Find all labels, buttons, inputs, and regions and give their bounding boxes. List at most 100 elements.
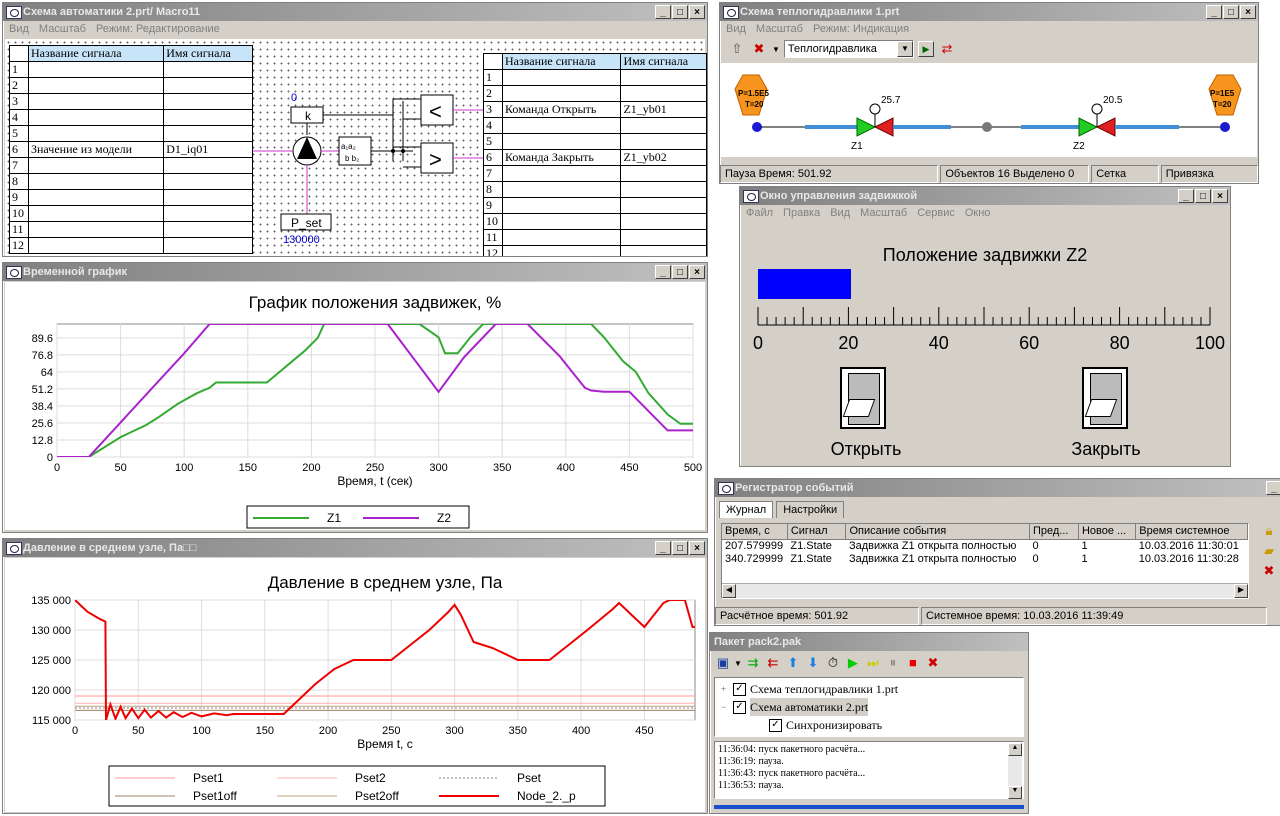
save-icon[interactable]: ▣ xyxy=(714,654,732,672)
valve-z1-actuator[interactable] xyxy=(869,103,881,115)
middle-node[interactable] xyxy=(982,122,992,132)
event-column-header[interactable]: Время, с xyxy=(722,524,788,540)
tools-icon[interactable]: ✖ xyxy=(924,654,942,672)
event-row[interactable]: 207.579999 Z1.State Задвижка Z1 открыта по… xyxy=(722,540,1248,554)
menu-file[interactable]: Файл xyxy=(746,207,773,219)
table-cell[interactable] xyxy=(501,165,622,182)
table-cell[interactable] xyxy=(501,85,622,102)
table-cell[interactable] xyxy=(501,213,622,230)
menu-vid[interactable]: Вид xyxy=(9,23,29,35)
column-header[interactable]: Название сигнала xyxy=(501,53,622,70)
tree-item[interactable]: − ✓ Схема автоматики 2.prt xyxy=(715,698,1023,716)
tree-expander-icon[interactable]: − xyxy=(721,698,733,716)
status-grid[interactable]: Сетка xyxy=(1091,165,1159,183)
table-row[interactable]: 5 xyxy=(9,125,253,142)
table-row[interactable]: 6 Значение из модели D1_iq01 xyxy=(9,141,253,158)
maximize-button[interactable]: □ xyxy=(672,5,688,19)
column-header[interactable]: Имя сигнала xyxy=(620,53,707,70)
table-cell[interactable] xyxy=(27,173,165,190)
table-row[interactable]: 4 xyxy=(9,109,253,126)
play-step-icon[interactable]: ▶ xyxy=(917,41,934,57)
table-row[interactable]: 12 xyxy=(483,245,707,256)
table-cell[interactable] xyxy=(501,245,622,256)
hydraulics-canvas[interactable]: P=1.5E5 T=20 25.7 Z1 20.5 Z2 P=1E5 T=20 xyxy=(721,63,1257,157)
table-cell[interactable] xyxy=(501,197,622,214)
table-cell[interactable] xyxy=(620,245,707,256)
table-cell[interactable] xyxy=(163,221,253,238)
minimize-button[interactable]: _ xyxy=(655,265,671,279)
valve-z1-close-side[interactable] xyxy=(873,117,894,137)
swap-icon[interactable]: ⇄ xyxy=(938,40,956,58)
table-row[interactable]: 10 xyxy=(9,205,253,222)
table-cell[interactable] xyxy=(163,61,253,78)
packet-titlebar[interactable]: Пакет pack2.pak xyxy=(710,633,1028,651)
tree-checkbox[interactable]: ✓ xyxy=(733,700,746,714)
table-row[interactable]: 12 xyxy=(9,237,253,254)
pressure-chart[interactable]: Давление в среднем узле, Па 0 50 100 150 200 2… xyxy=(5,558,705,812)
combo-arrow-icon[interactable]: ▼ xyxy=(772,45,780,54)
table-row[interactable]: 8 xyxy=(483,181,707,198)
table-cell[interactable] xyxy=(501,229,622,246)
menu-service[interactable]: Сервис xyxy=(917,207,955,219)
save-dropdown-icon[interactable]: ▼ xyxy=(734,659,742,668)
table-row[interactable]: 1 xyxy=(483,69,707,86)
horizontal-scrollbar[interactable]: ◀ ▶ xyxy=(722,583,1248,598)
delete-icon[interactable]: ✖ xyxy=(1264,563,1275,579)
table-cell[interactable] xyxy=(501,117,622,134)
minimize-button[interactable]: _ xyxy=(1266,481,1280,495)
menu-scale[interactable]: Масштаб xyxy=(39,23,86,35)
menu-scale[interactable]: Масштаб xyxy=(756,23,803,35)
table-cell[interactable] xyxy=(620,181,707,198)
pressure-chart-titlebar[interactable]: Давление в среднем узле, Па□□ _ □ × xyxy=(3,539,707,557)
stop-icon[interactable]: ■ xyxy=(904,654,922,672)
table-cell[interactable] xyxy=(163,109,253,126)
tree-expander-icon[interactable]: + xyxy=(721,680,733,698)
table-row[interactable]: 2 xyxy=(9,77,253,94)
table-cell[interactable]: Команда Открыть xyxy=(501,101,622,118)
table-cell[interactable] xyxy=(163,173,253,190)
timer-icon[interactable]: ⏱︎ xyxy=(824,654,842,672)
pause-icon[interactable]: ⏸︎ xyxy=(884,654,902,672)
table-cell[interactable] xyxy=(163,77,253,94)
event-logger-titlebar[interactable]: Регистратор событий _□ xyxy=(715,479,1280,497)
column-header[interactable] xyxy=(483,53,503,70)
menu-window[interactable]: Окно xyxy=(965,207,991,219)
menu-scale[interactable]: Масштаб xyxy=(860,207,907,219)
column-header[interactable]: Имя сигнала xyxy=(163,45,253,62)
minimize-button[interactable]: _ xyxy=(1178,189,1194,203)
table-cell[interactable] xyxy=(27,221,165,238)
table-cell[interactable] xyxy=(27,157,165,174)
tools-icon[interactable]: ✖ xyxy=(750,40,768,58)
table-cell[interactable] xyxy=(501,133,622,150)
valve-z2-open-side[interactable] xyxy=(1078,117,1099,137)
table-cell[interactable]: Значение из модели xyxy=(27,141,165,158)
close-button[interactable]: × xyxy=(1212,189,1228,203)
add-step-icon[interactable]: ⇉ xyxy=(744,654,762,672)
event-column-header[interactable]: Новое ... xyxy=(1078,524,1137,540)
table-cell[interactable] xyxy=(27,61,165,78)
close-button[interactable]: × xyxy=(689,265,705,279)
tree-item[interactable]: + ✓ Схема теплогидравлики 1.prt xyxy=(715,680,1023,698)
minimize-button[interactable]: _ xyxy=(655,541,671,555)
close-button[interactable]: × xyxy=(1240,5,1256,19)
valve-control-titlebar[interactable]: Окно управления задвижкой _ □ × xyxy=(740,187,1230,205)
table-cell[interactable] xyxy=(163,237,253,254)
table-row[interactable]: 4 xyxy=(483,117,707,134)
table-cell[interactable] xyxy=(620,197,707,214)
open-valve-button[interactable] xyxy=(840,367,886,429)
table-cell[interactable] xyxy=(620,117,707,134)
table-row[interactable]: 11 xyxy=(9,221,253,238)
table-row[interactable]: 7 xyxy=(483,165,707,182)
valve-z2-close-side[interactable] xyxy=(1095,117,1116,137)
tab-journal[interactable]: Журнал xyxy=(719,501,774,518)
table-row[interactable]: 9 xyxy=(483,197,707,214)
event-column-header[interactable]: Описание события xyxy=(845,524,1030,540)
table-row[interactable]: 1 xyxy=(9,61,253,78)
table-cell[interactable] xyxy=(163,189,253,206)
valve-position-chart[interactable]: График положения задвижек, % 0 50 100 150 200… xyxy=(5,282,705,530)
minimize-button[interactable]: _ xyxy=(1206,5,1222,19)
table-row[interactable]: 11 xyxy=(483,229,707,246)
table-cell[interactable] xyxy=(163,205,253,222)
table-cell[interactable] xyxy=(27,77,165,94)
run-icon[interactable]: ▶ xyxy=(844,654,862,672)
